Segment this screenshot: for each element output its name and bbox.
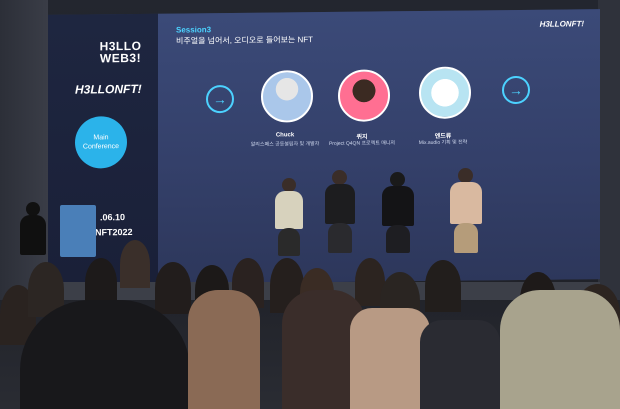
audience-member — [420, 320, 500, 409]
nft-logo: H3LLONFT! — [75, 81, 142, 97]
event-date: .06.10 — [100, 212, 126, 223]
speaker-role: Project Q4QN 프로젝트 매니저 — [328, 140, 396, 147]
speaker-avatar-chuck — [261, 70, 313, 123]
speaker-role: Mix.audio 기획 및 전략 — [418, 139, 468, 147]
speaker-avatar-3 — [419, 66, 471, 120]
speaker-role: 알리스페스 공동설립자 및 개발자 — [250, 141, 320, 148]
speaker-avatar-2 — [338, 69, 390, 122]
screen-main-panel: Session3 비주얼을 넘어서, 오디오로 들어보는 NFT H3LLONF… — [158, 9, 600, 284]
audience-member — [350, 308, 430, 409]
podium — [60, 205, 96, 257]
audience-member — [425, 260, 461, 312]
event-room: H3LLO WEB3! H3LLONFT! Main Conference .0… — [0, 0, 620, 409]
speaker-name: Chuck — [275, 132, 295, 139]
audience-member — [500, 290, 620, 409]
nft-logo-right: H3LLONFT! — [539, 19, 584, 29]
left-wall — [0, 0, 48, 300]
right-wall — [598, 0, 620, 300]
audience-member — [155, 262, 191, 314]
session-label: Session3 — [176, 25, 212, 35]
audience-member — [20, 300, 190, 409]
arrow-right-icon: → — [502, 75, 530, 105]
web3-logo: H3LLO WEB3! — [99, 38, 142, 66]
arrow-right-icon: → — [206, 84, 234, 114]
audience-member — [120, 240, 150, 288]
main-conference-badge: Main Conference — [75, 116, 127, 169]
session-title: 비주얼을 넘어서, 오디오로 들어보는 NFT — [176, 35, 314, 46]
audience-member — [188, 290, 260, 409]
event-tagline: NFT2022 — [95, 227, 133, 238]
